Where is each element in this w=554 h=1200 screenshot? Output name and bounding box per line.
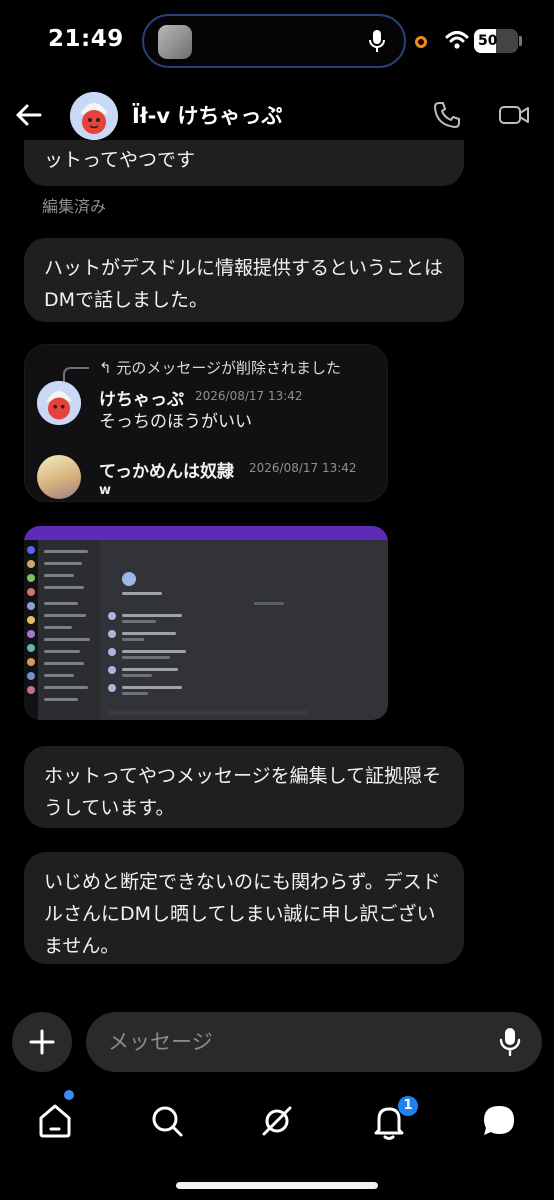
message-input[interactable] (108, 1012, 468, 1072)
home-icon[interactable] (30, 1096, 80, 1146)
message-composer (86, 1012, 542, 1072)
message-text: ットってやつです (44, 149, 196, 171)
video-camera-icon[interactable] (498, 100, 530, 130)
explore-icon[interactable] (252, 1096, 302, 1146)
notification-badge: 1 (398, 1096, 418, 1116)
message-text: いじめと断定できないのにも関わらず。デスドルさんにDMし晒してしまい誠に申し訳ご… (44, 871, 441, 957)
attached-screenshot-image[interactable] (24, 526, 388, 720)
plus-icon (29, 1029, 55, 1055)
home-unread-dot (64, 1090, 74, 1100)
message-timestamp: 2026/08/17 13:42 (249, 461, 357, 475)
search-icon[interactable] (142, 1096, 192, 1146)
battery-level: 50 (478, 33, 498, 49)
author-avatar (37, 455, 81, 499)
island-mic-icon (369, 30, 385, 52)
contact-avatar[interactable] (70, 92, 118, 140)
island-thumbnail (158, 25, 192, 59)
phone-icon[interactable] (432, 100, 462, 130)
message-text: ホットってやつメッセージを編集して証拠隠そうしています。 (44, 765, 442, 819)
add-attachment-button[interactable] (12, 1012, 72, 1072)
dynamic-island[interactable] (142, 14, 406, 68)
reply-connector (63, 367, 89, 383)
author-avatar (37, 381, 81, 425)
wifi-icon (445, 31, 469, 49)
quoted-message-text: w (99, 483, 112, 498)
author-name: てっかめんは奴隷 (99, 462, 234, 482)
message-bubble[interactable]: ホットってやつメッセージを編集して証拠隠そうしています。 (24, 746, 464, 828)
contact-name[interactable]: Ïł-v けちゃっぷ (132, 100, 282, 130)
reply-arrow-icon: ↰ (99, 359, 117, 377)
message-timestamp: 2026/08/17 13:42 (195, 389, 303, 403)
screenshot-channel-list (38, 540, 100, 720)
status-time: 21:49 (48, 26, 124, 52)
message-bubble[interactable]: ハットがデスドルに情報提供するということはDMで話しました。 (24, 238, 464, 322)
message-bubble[interactable]: ットってやつです (24, 140, 464, 186)
screenshot-server-rail (24, 540, 38, 720)
home-indicator (176, 1182, 378, 1189)
message-text: ハットがデスドルに情報提供するということはDMで話しました。 (44, 257, 444, 311)
ketchup-avatar-icon (70, 92, 118, 140)
reply-notice: ↰ 元のメッセージが削除されました (99, 359, 342, 377)
screenshot-banner (24, 526, 388, 540)
chat-header: Ïł-v けちゃっぷ (0, 84, 554, 148)
edited-label: 編集済み (42, 197, 107, 216)
battery-tip (519, 36, 522, 46)
microphone-icon[interactable] (498, 1026, 522, 1058)
message-bubble[interactable]: いじめと断定できないのにも関わらず。デスドルさんにDMし晒してしまい誠に申し訳ご… (24, 852, 464, 964)
messages-icon[interactable] (474, 1096, 524, 1146)
quoted-screenshot-card[interactable]: ↰ 元のメッセージが削除されました けちゃっぷ 2026/08/17 13:42… (24, 344, 388, 502)
recording-indicator-icon (415, 36, 427, 48)
back-arrow-icon[interactable] (14, 100, 44, 130)
quoted-message-text: そっちのほうがいい (99, 412, 252, 432)
ketchup-avatar-icon (37, 381, 81, 425)
status-bar: 21:49 50 (0, 0, 554, 84)
